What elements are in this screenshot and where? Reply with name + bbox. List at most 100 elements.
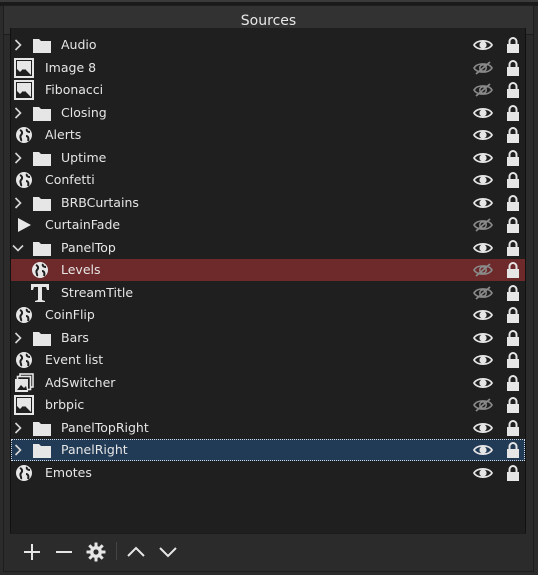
globe-icon bbox=[14, 350, 34, 370]
eye-icon[interactable] bbox=[472, 330, 494, 346]
eye-hidden-icon[interactable] bbox=[473, 285, 493, 301]
eye-icon[interactable] bbox=[472, 352, 494, 368]
chevron-right-icon[interactable] bbox=[11, 102, 25, 124]
chevron-right-icon[interactable] bbox=[11, 417, 25, 439]
eye-icon[interactable] bbox=[472, 240, 494, 256]
source-row[interactable]: Audio bbox=[11, 34, 525, 56]
folder-icon bbox=[32, 148, 52, 168]
lock-icon[interactable] bbox=[506, 261, 520, 279]
source-name: Confetti bbox=[45, 172, 95, 187]
folder-icon bbox=[32, 103, 52, 123]
lock-icon[interactable] bbox=[506, 396, 520, 414]
sources-list[interactable]: Audio Image 8 Fibonacci Closing Alerts Uptime… bbox=[10, 28, 526, 533]
source-row[interactable]: Emotes bbox=[11, 462, 525, 484]
eye-icon[interactable] bbox=[472, 150, 494, 166]
lock-icon[interactable] bbox=[506, 171, 520, 189]
lock-icon[interactable] bbox=[506, 284, 520, 302]
source-row[interactable]: Image 8 bbox=[11, 57, 525, 79]
source-name: CoinFlip bbox=[45, 307, 95, 322]
lock-icon[interactable] bbox=[506, 81, 520, 99]
chevron-down-icon[interactable] bbox=[11, 237, 25, 259]
eye-hidden-icon[interactable] bbox=[473, 60, 493, 76]
lock-icon[interactable] bbox=[506, 216, 520, 234]
source-row[interactable]: Levels bbox=[11, 259, 525, 281]
lock-icon[interactable] bbox=[506, 149, 520, 167]
move-down-button[interactable] bbox=[157, 541, 179, 563]
lock-icon[interactable] bbox=[506, 104, 520, 122]
eye-icon[interactable] bbox=[472, 195, 494, 211]
source-row[interactable]: Fibonacci bbox=[11, 79, 525, 101]
globe-icon bbox=[14, 170, 34, 190]
source-row[interactable]: Confetti bbox=[11, 169, 525, 191]
chevron-right-icon[interactable] bbox=[11, 327, 25, 349]
eye-icon[interactable] bbox=[472, 105, 494, 121]
source-name: Image 8 bbox=[45, 59, 97, 75]
eye-icon[interactable] bbox=[472, 420, 494, 436]
eye-hidden-icon[interactable] bbox=[473, 82, 493, 98]
lock-icon[interactable] bbox=[506, 351, 520, 369]
source-row[interactable]: PanelTop bbox=[11, 237, 525, 259]
eye-hidden-icon[interactable] bbox=[473, 397, 493, 413]
source-name: Audio bbox=[61, 37, 97, 52]
source-name: StreamTitle bbox=[61, 284, 134, 300]
source-name: Levels bbox=[61, 262, 101, 277]
globe-icon bbox=[30, 260, 50, 280]
eye-icon[interactable] bbox=[472, 307, 494, 323]
eye-icon[interactable] bbox=[472, 375, 494, 391]
source-name: Emotes bbox=[45, 464, 92, 480]
chevron-right-icon[interactable] bbox=[11, 147, 25, 169]
eye-hidden-icon[interactable] bbox=[473, 217, 493, 233]
globe-icon bbox=[14, 463, 34, 483]
eye-icon[interactable] bbox=[472, 442, 494, 458]
folder-icon bbox=[32, 193, 52, 213]
chevron-right-icon[interactable] bbox=[11, 439, 25, 461]
lock-icon[interactable] bbox=[506, 464, 520, 482]
source-row[interactable]: Closing bbox=[11, 102, 525, 124]
minus-icon bbox=[55, 543, 73, 561]
source-row[interactable]: PanelTopRight bbox=[11, 417, 525, 439]
source-row[interactable]: Alerts bbox=[11, 124, 525, 146]
chevron-right-icon[interactable] bbox=[11, 34, 25, 56]
source-row[interactable]: BRBCurtains bbox=[11, 192, 525, 214]
source-name: brbpic bbox=[45, 397, 85, 412]
remove-source-button[interactable] bbox=[53, 541, 75, 563]
source-row[interactable]: Event list bbox=[11, 349, 525, 371]
move-up-button[interactable] bbox=[125, 541, 147, 563]
lock-icon[interactable] bbox=[506, 306, 520, 324]
source-row[interactable]: CurtainFade bbox=[11, 214, 525, 236]
window-top-accent bbox=[0, 0, 538, 2]
eye-icon[interactable] bbox=[472, 172, 494, 188]
eye-icon[interactable] bbox=[472, 465, 494, 481]
lock-icon[interactable] bbox=[506, 126, 520, 144]
lock-icon[interactable] bbox=[506, 374, 520, 392]
source-name: AdSwitcher bbox=[45, 374, 116, 390]
eye-hidden-icon[interactable] bbox=[473, 262, 493, 278]
chevron-down-icon bbox=[158, 545, 178, 559]
source-row[interactable]: PanelRight bbox=[11, 439, 525, 461]
lock-icon[interactable] bbox=[506, 329, 520, 347]
play-icon bbox=[14, 215, 34, 235]
source-name: PanelTop bbox=[61, 239, 116, 255]
eye-icon[interactable] bbox=[472, 127, 494, 143]
lock-icon[interactable] bbox=[506, 194, 520, 212]
source-row[interactable]: AdSwitcher bbox=[11, 372, 525, 394]
lock-icon[interactable] bbox=[506, 59, 520, 77]
eye-icon[interactable] bbox=[472, 37, 494, 53]
source-row[interactable]: Uptime bbox=[11, 147, 525, 169]
image-icon bbox=[14, 80, 34, 100]
image-icon bbox=[14, 395, 34, 415]
source-row[interactable]: StreamTitle bbox=[11, 282, 525, 304]
lock-icon[interactable] bbox=[506, 239, 520, 257]
slideshow-icon bbox=[14, 372, 34, 393]
add-source-button[interactable] bbox=[21, 541, 43, 563]
source-name: Uptime bbox=[61, 149, 107, 165]
source-properties-button[interactable] bbox=[85, 541, 107, 563]
chevron-right-icon[interactable] bbox=[11, 192, 25, 214]
folder-icon bbox=[32, 418, 52, 438]
source-row[interactable]: brbpic bbox=[11, 394, 525, 416]
lock-icon[interactable] bbox=[506, 441, 520, 459]
source-row[interactable]: CoinFlip bbox=[11, 304, 525, 326]
lock-icon[interactable] bbox=[506, 36, 520, 54]
lock-icon[interactable] bbox=[506, 419, 520, 437]
source-row[interactable]: Bars bbox=[11, 327, 525, 349]
